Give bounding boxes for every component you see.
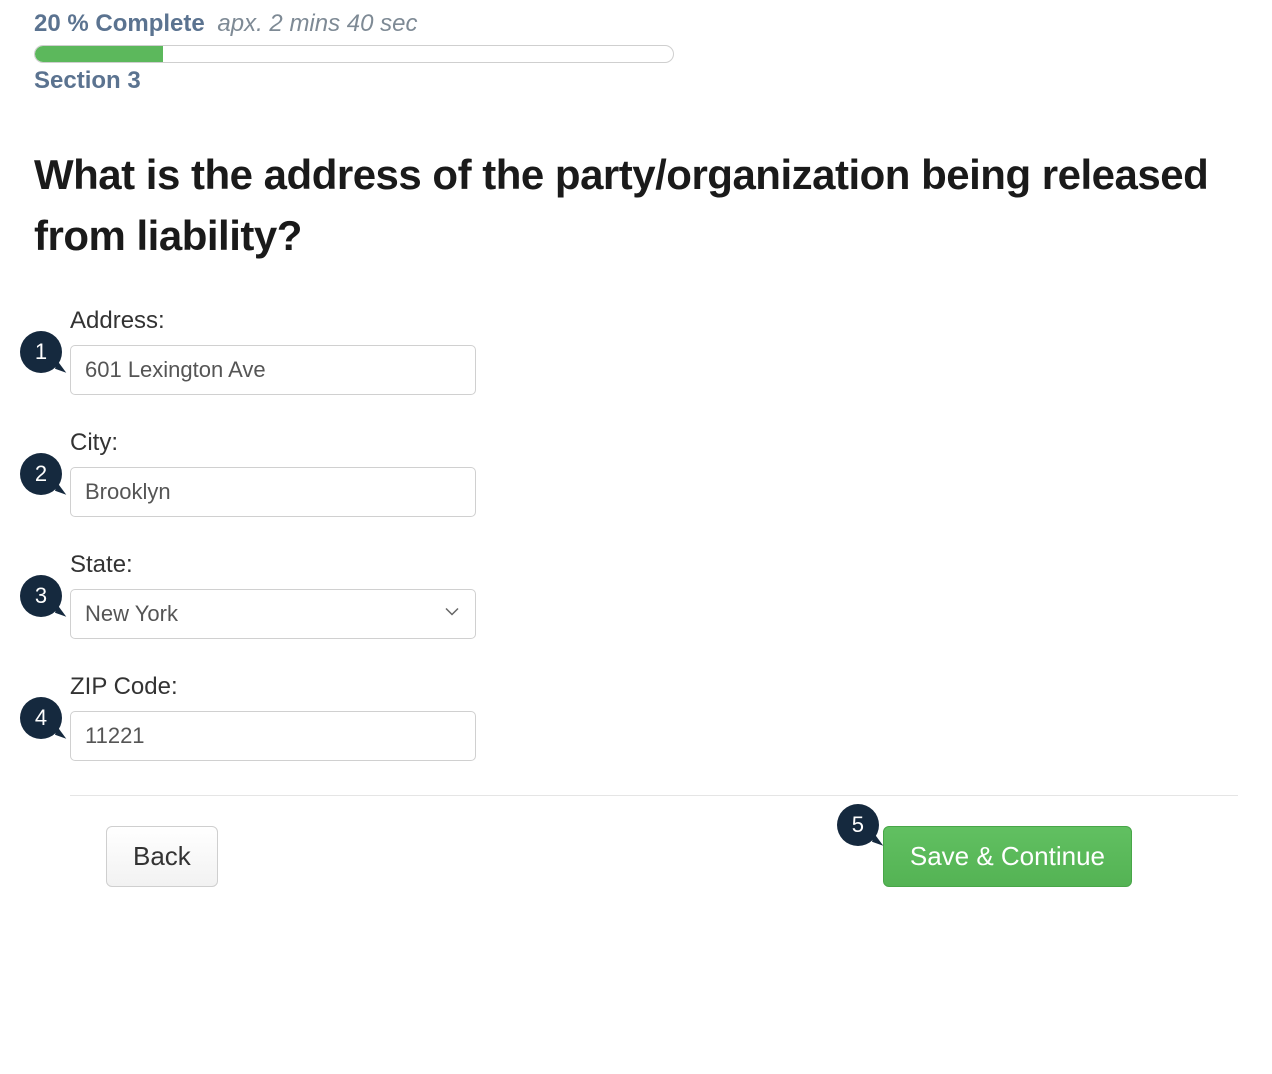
- state-label: State:: [70, 551, 1238, 579]
- field-address: 1 Address:: [70, 307, 1238, 395]
- step-bubble-1: 1: [20, 331, 62, 373]
- back-button[interactable]: Back: [106, 826, 218, 887]
- save-continue-button[interactable]: Save & Continue: [883, 826, 1132, 887]
- field-state: 3 State: New York: [70, 551, 1238, 639]
- divider: [70, 795, 1238, 796]
- step-bubble-3: 3: [20, 575, 62, 617]
- address-label: Address:: [70, 307, 1238, 335]
- progress-bar-fill: [35, 46, 163, 62]
- zip-input[interactable]: [70, 711, 476, 761]
- question-heading: What is the address of the party/organiz…: [34, 145, 1238, 267]
- state-select[interactable]: New York: [70, 589, 476, 639]
- progress-status: 20 % Complete apx. 2 mins 40 sec: [34, 10, 1238, 39]
- address-input[interactable]: [70, 345, 476, 395]
- progress-percent-text: 20 % Complete: [34, 10, 205, 37]
- field-city: 2 City:: [70, 429, 1238, 517]
- step-bubble-4: 4: [20, 697, 62, 739]
- city-label: City:: [70, 429, 1238, 457]
- progress-apx-text: apx. 2 mins 40 sec: [217, 10, 417, 37]
- city-input[interactable]: [70, 467, 476, 517]
- step-bubble-5: 5: [837, 804, 879, 846]
- progress-bar: [34, 45, 674, 63]
- field-zip: 4 ZIP Code:: [70, 673, 1238, 761]
- section-label: Section 3: [34, 67, 1238, 95]
- zip-label: ZIP Code:: [70, 673, 1238, 701]
- step-bubble-2: 2: [20, 453, 62, 495]
